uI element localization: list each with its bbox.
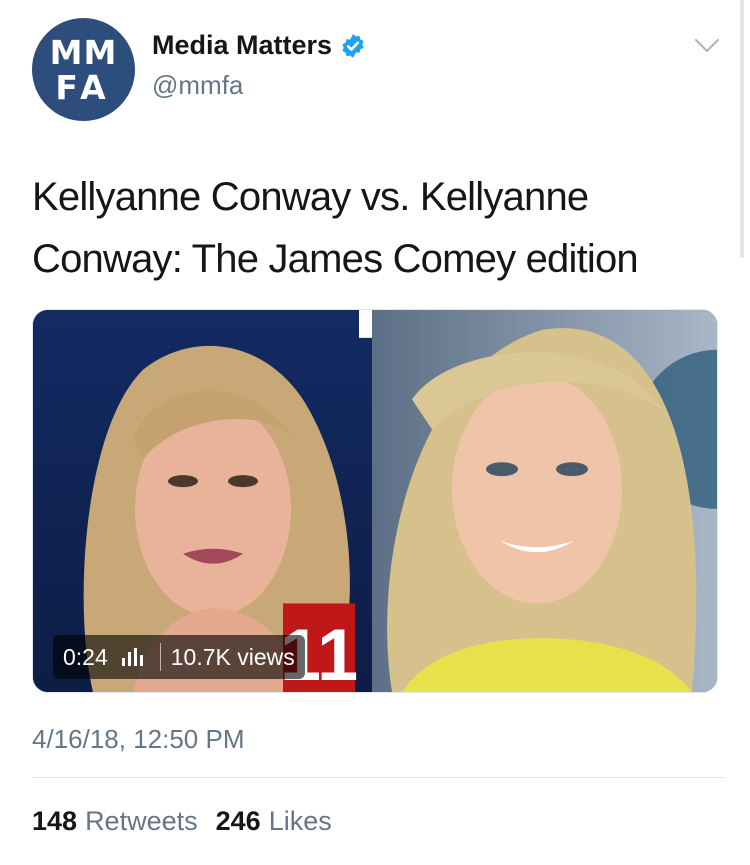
retweets-count: 148 bbox=[32, 806, 78, 836]
likes-label: Likes bbox=[268, 806, 332, 836]
tweet-timestamp[interactable]: 4/16/18, 12:50 PM bbox=[32, 724, 244, 755]
overlay-separator bbox=[159, 643, 161, 671]
video-player[interactable]: 11 0:24 10.7K views bbox=[32, 309, 718, 693]
retweets-label: Retweets bbox=[85, 806, 198, 836]
author-name[interactable]: Media Matters bbox=[152, 30, 332, 61]
video-frame-right bbox=[372, 310, 717, 692]
divider bbox=[32, 777, 725, 778]
verified-badge-icon bbox=[342, 33, 364, 58]
scrollbar[interactable] bbox=[740, 0, 744, 258]
chevron-down-icon[interactable] bbox=[694, 38, 720, 54]
avatar-text-line2: FA bbox=[55, 67, 112, 107]
avatar-text-line1: MM bbox=[49, 32, 118, 72]
audio-bars-icon bbox=[121, 648, 143, 666]
tweet-text: Kellyanne Conway vs. Kellyanne Conway: T… bbox=[32, 175, 639, 281]
engagement-stats: 148 Retweets 246 Likes bbox=[32, 806, 350, 837]
retweets-stat[interactable]: 148 Retweets bbox=[32, 806, 198, 837]
author-name-row: Media Matters bbox=[152, 30, 366, 61]
video-duration: 0:24 bbox=[63, 643, 108, 670]
likes-count: 246 bbox=[215, 806, 261, 836]
avatar[interactable]: MM FA bbox=[32, 18, 135, 121]
video-info-overlay: 0:24 10.7K views bbox=[53, 635, 305, 679]
video-views: 10.7K views bbox=[170, 643, 295, 670]
likes-stat[interactable]: 246 Likes bbox=[216, 806, 332, 837]
author-handle[interactable]: @mmfa bbox=[152, 70, 243, 101]
